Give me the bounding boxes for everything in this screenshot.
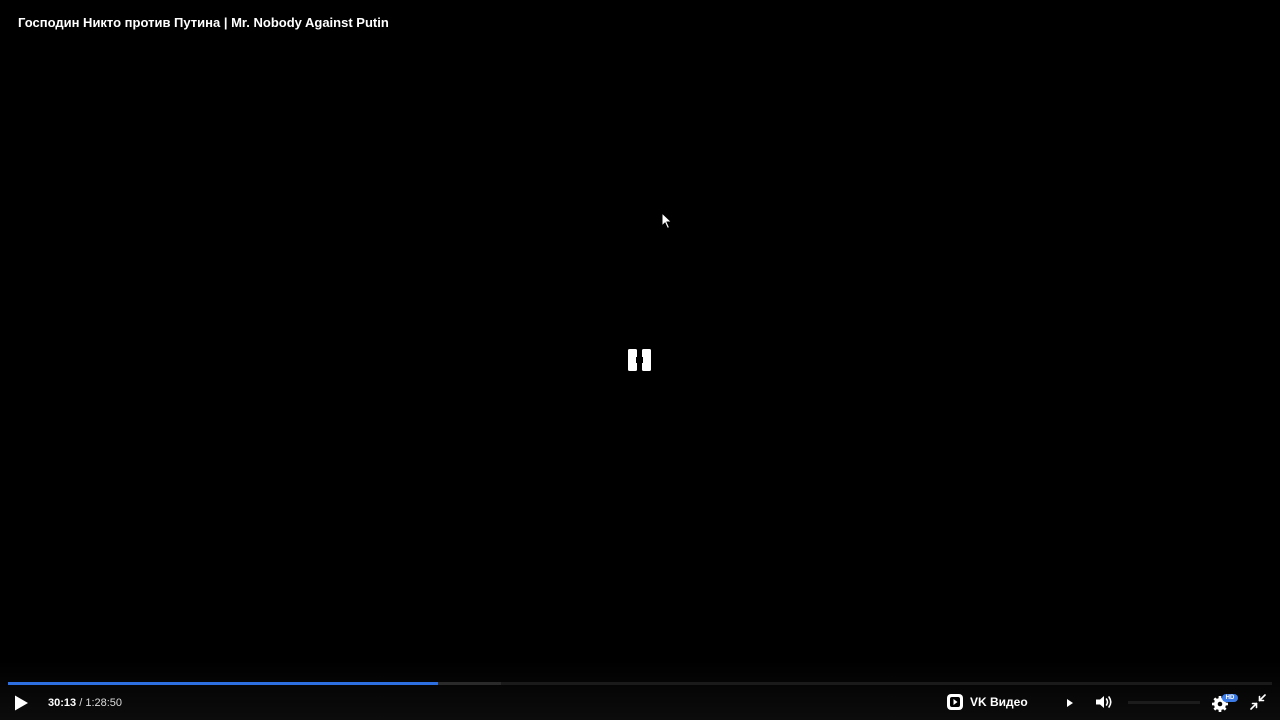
time-display: 30:13 / 1:28:50 [48,697,122,709]
center-pause-icon[interactable] [627,349,653,371]
seek-bar[interactable] [8,682,1272,685]
vk-video-icon [947,694,963,710]
seek-bar-progress [8,682,438,685]
mouse-cursor-icon [661,212,673,230]
duration: 1:28:50 [85,697,123,709]
vk-video-label: VK Видео [970,695,1028,709]
play-icon[interactable] [12,694,30,712]
video-player[interactable]: Господин Никто против Путина | Mr. Nobod… [0,0,1280,720]
current-time: 30:13 [48,697,77,709]
time-separator: / [79,697,83,709]
quality-badge: HD [1222,694,1238,702]
controls-bar [0,660,1280,720]
video-title: Господин Никто против Путина | Mr. Nobod… [18,15,389,30]
vk-video-link[interactable]: VK Видео [946,693,1028,711]
exit-fullscreen-icon[interactable] [1250,694,1266,710]
volume-slider[interactable] [1128,701,1200,704]
volume-icon[interactable] [1094,693,1114,711]
next-icon[interactable] [1064,697,1076,709]
